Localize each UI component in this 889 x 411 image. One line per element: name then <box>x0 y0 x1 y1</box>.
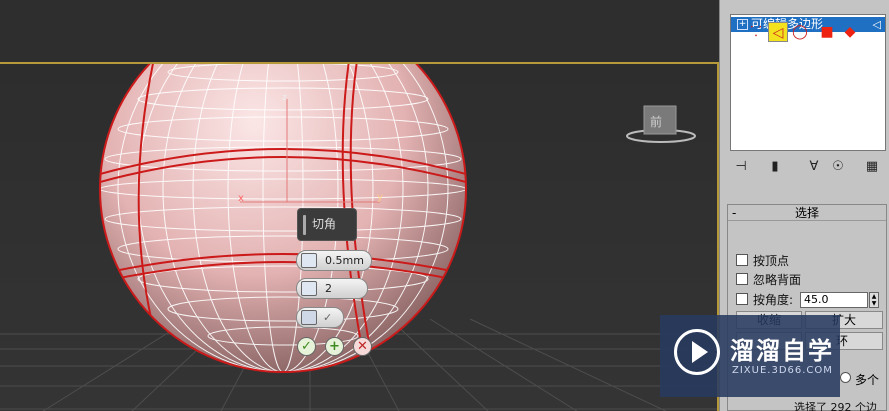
caddy-ok-button[interactable]: ✓ <box>297 337 316 356</box>
by-vertex-checkbox[interactable] <box>736 254 748 266</box>
by-angle-checkbox[interactable] <box>736 293 748 305</box>
chamfer-segments-icon <box>301 281 317 296</box>
chamfer-caddy-title[interactable]: 切角 <box>297 208 357 241</box>
sphere-mesh <box>99 64 467 373</box>
axis-z-label: z <box>282 93 287 103</box>
collapse-icon[interactable]: - <box>732 205 736 221</box>
by-angle-label: 按角度: <box>753 293 794 307</box>
watermark-subtitle: ZIXUE.3D66.COM <box>732 365 833 376</box>
remove-modifier-icon[interactable]: ☉ <box>828 158 848 176</box>
polygon-mode-icon[interactable]: ■ <box>817 22 837 42</box>
angle-threshold-input[interactable]: 45.0 <box>800 292 868 308</box>
angle-spinner[interactable]: ▲ ▼ <box>869 292 879 308</box>
axis-x-label: x <box>238 193 244 204</box>
rollout-title: 选择 <box>794 206 819 220</box>
chamfer-amount-field[interactable]: 0.5mm <box>296 250 372 271</box>
perspective-viewport[interactable]: z x y 前 切角 0.5mm 2 ✓ ✓ + ✕ <box>0 62 719 411</box>
multiple-radio[interactable] <box>840 372 851 383</box>
chamfer-toggle-icon[interactable]: ✓ <box>323 311 332 324</box>
make-unique-icon[interactable]: ∀ <box>804 158 824 176</box>
ignore-backfacing-label: 忽略背面 <box>753 273 802 287</box>
chamfer-open-icon[interactable] <box>301 310 317 325</box>
edge-mode-icon[interactable]: ◁ <box>768 22 788 42</box>
multiple-radio-label: 多个 <box>855 373 880 387</box>
watermark: 溜溜自学 ZIXUE.3D66.COM <box>660 315 840 397</box>
pin-stack-icon[interactable]: ⊣ <box>731 158 751 176</box>
caddy-apply-button[interactable]: + <box>325 337 344 356</box>
chamfer-segments-value: 2 <box>325 282 332 295</box>
selection-status-text: 选择了 292 个边 <box>794 401 877 411</box>
axis-y-label: y <box>377 192 383 203</box>
vertex-mode-icon[interactable]: ⸪ <box>746 22 766 42</box>
caddy-drag-handle[interactable] <box>303 215 306 235</box>
viewport-top-area <box>0 0 719 62</box>
configure-modifier-sets-icon[interactable]: ▦ <box>862 158 882 176</box>
viewcube[interactable]: 前 <box>626 105 696 143</box>
chamfer-segments-field[interactable]: 2 <box>296 278 368 299</box>
play-logo-icon <box>674 329 720 375</box>
poly-edge-icon: ◁ <box>872 18 881 31</box>
ignore-backfacing-checkbox[interactable] <box>736 273 748 285</box>
border-mode-icon[interactable]: ◯ <box>790 22 810 42</box>
caddy-title-text: 切角 <box>312 217 337 231</box>
viewcube-label: 前 <box>650 114 662 129</box>
watermark-title: 溜溜自学 <box>730 337 834 365</box>
element-mode-icon[interactable]: ◆ <box>840 22 860 42</box>
by-vertex-label: 按顶点 <box>753 254 790 268</box>
chamfer-amount-value: 0.5mm <box>325 254 364 267</box>
selection-rollout-header[interactable]: - 选择 <box>728 205 886 221</box>
viewport-scene: z x y 前 <box>0 64 717 411</box>
chamfer-options-field[interactable]: ✓ <box>296 307 344 328</box>
caddy-cancel-button[interactable]: ✕ <box>353 337 372 356</box>
app-window: z x y 前 切角 0.5mm 2 ✓ ✓ + ✕ + ◁ ⊣ ▮ ∀ ☉ ▦… <box>0 0 889 411</box>
show-end-result-icon[interactable]: ▮ <box>765 158 785 176</box>
chamfer-amount-icon <box>301 253 317 268</box>
